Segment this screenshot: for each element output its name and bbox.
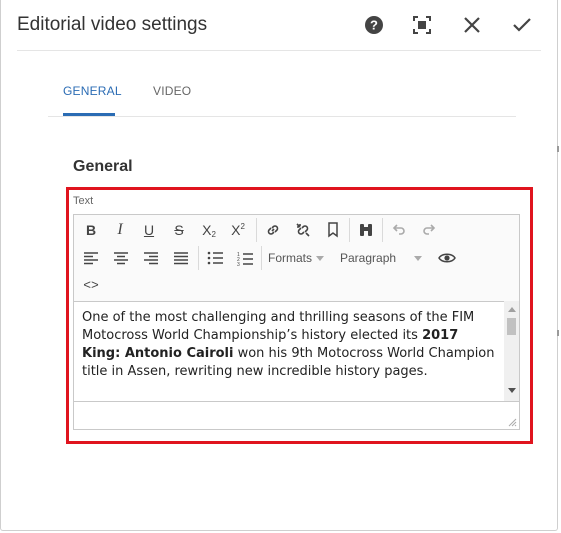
- editor-text-intro: One of the most challenging and thrillin…: [82, 310, 475, 343]
- align-left-icon[interactable]: [80, 247, 102, 269]
- fullscreen-button[interactable]: [409, 12, 435, 38]
- subscript-icon[interactable]: X2: [197, 219, 221, 241]
- scroll-up-icon[interactable]: [508, 307, 516, 312]
- toolbar-separator: [261, 246, 262, 270]
- scrollbar-thumb[interactable]: [507, 318, 516, 335]
- tab-general[interactable]: GENERAL: [63, 84, 122, 98]
- dialog-title: Editorial video settings: [17, 14, 208, 35]
- redo-icon[interactable]: [418, 219, 440, 241]
- chevron-down-icon: [316, 255, 325, 261]
- editor-content[interactable]: One of the most challenging and thrillin…: [74, 301, 504, 401]
- help-circle-icon: ?: [365, 16, 383, 34]
- source-code-icon[interactable]: <>: [80, 274, 102, 296]
- chevron-down-icon: [414, 255, 423, 261]
- toolbar-separator: [198, 246, 199, 270]
- unlink-icon[interactable]: [292, 219, 314, 241]
- tab-bar: GENERAL VIDEO: [48, 76, 516, 117]
- formats-label: Formats: [268, 251, 313, 265]
- settings-dialog: Editorial video settings ? GENERAL VIDEO…: [0, 0, 559, 531]
- paragraph-dropdown[interactable]: Paragraph: [340, 247, 428, 269]
- preview-icon[interactable]: [436, 247, 458, 269]
- bold-icon[interactable]: B: [80, 219, 102, 241]
- resize-grip-icon[interactable]: [508, 418, 517, 427]
- tab-video[interactable]: VIDEO: [153, 84, 191, 98]
- numbered-list-icon[interactable]: 123: [234, 247, 256, 269]
- scroll-marker: [557, 146, 559, 152]
- text-field-label: Text: [73, 195, 94, 207]
- rich-text-editor: B I U S X2 X2 1 2 3 Formats Paragraph <>…: [73, 214, 520, 430]
- toolbar-separator: [256, 218, 257, 242]
- bookmark-icon[interactable]: [322, 219, 344, 241]
- undo-icon[interactable]: [388, 219, 410, 241]
- align-justify-icon[interactable]: [170, 247, 192, 269]
- editor-scrollbar[interactable]: [504, 301, 519, 401]
- find-icon[interactable]: [355, 219, 377, 241]
- scroll-down-icon[interactable]: [508, 388, 516, 393]
- link-icon[interactable]: [262, 219, 284, 241]
- strikethrough-icon[interactable]: S: [168, 219, 190, 241]
- fullscreen-icon: [413, 16, 431, 34]
- scroll-marker: [557, 330, 559, 336]
- close-button[interactable]: [459, 12, 485, 38]
- checkmark-icon: [513, 18, 531, 32]
- editor-statusbar: [74, 401, 519, 429]
- align-right-icon[interactable]: [140, 247, 162, 269]
- underline-icon[interactable]: U: [138, 219, 160, 241]
- dialog-titlebar: Editorial video settings ?: [1, 0, 557, 52]
- active-tab-indicator: [63, 113, 115, 116]
- italic-icon[interactable]: I: [109, 219, 131, 241]
- help-button[interactable]: ?: [361, 12, 387, 38]
- editor-toolbar: B I U S X2 X2 1 2 3 Formats Paragraph <>: [74, 215, 519, 302]
- paragraph-label: Paragraph: [340, 251, 397, 265]
- section-title: General: [73, 158, 133, 175]
- superscript-icon[interactable]: X2: [226, 219, 250, 241]
- formats-dropdown[interactable]: Formats: [268, 247, 328, 269]
- align-center-icon[interactable]: [110, 247, 132, 269]
- svg-text:?: ?: [370, 18, 378, 33]
- bullet-list-icon[interactable]: [204, 247, 226, 269]
- close-icon: [464, 17, 480, 33]
- title-divider: [17, 50, 541, 51]
- done-button[interactable]: [509, 12, 535, 38]
- toolbar-separator: [349, 218, 350, 242]
- editor-paragraph: One of the most challenging and thrillin…: [82, 309, 496, 381]
- svg-text:3: 3: [237, 262, 240, 266]
- toolbar-separator: [382, 218, 383, 242]
